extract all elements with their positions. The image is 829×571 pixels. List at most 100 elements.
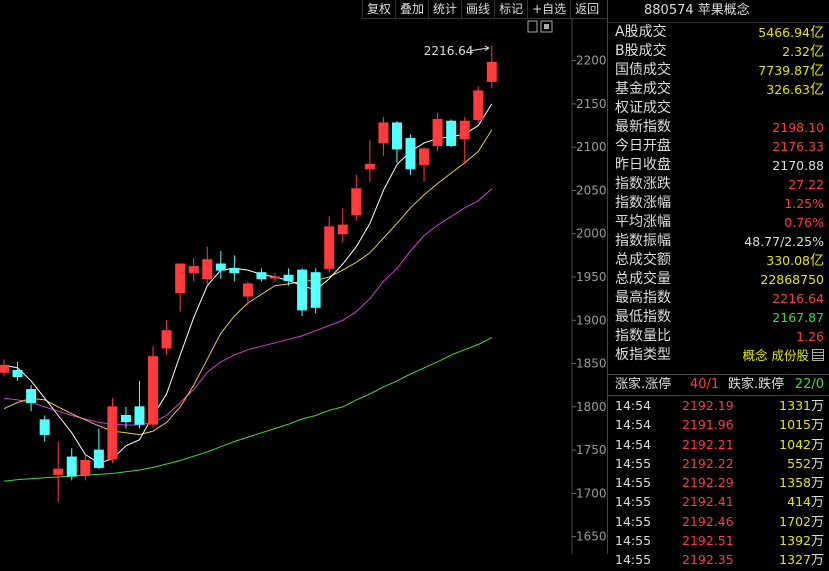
y-tick-label: 1900 — [576, 313, 607, 327]
ma60-line — [3, 337, 493, 482]
toolbar-button[interactable]: 返回 — [570, 0, 603, 18]
stat-label: 最新指数 — [615, 119, 671, 135]
candle-body — [405, 138, 416, 170]
index-code: 880574 — [644, 3, 694, 18]
trade-row: 14:55 2192.46 1702万 — [608, 512, 829, 531]
candle-body — [188, 266, 199, 274]
index-name: 苹果概念 — [697, 3, 750, 18]
trade-volume: 552万 — [787, 455, 824, 472]
up-label: 涨家.涨停 — [615, 377, 672, 392]
trade-row: 14:54 2192.21 1042万 — [608, 435, 829, 454]
quote-panel: 880574 苹果概念 A股成交 5466.94亿 B股成交 2.32亿 国债成交 773… — [607, 0, 829, 568]
trade-time: 14:55 — [615, 533, 652, 549]
stat-value: 48.77/2.25% — [744, 232, 824, 251]
candle-body — [364, 163, 375, 170]
stat-label: 指数涨跌 — [615, 176, 671, 192]
stat-row: 昨日收盘 2170.88 — [608, 156, 829, 175]
high-marker-label: 2216.64 — [424, 44, 474, 58]
stat-value: 2198.10 — [772, 118, 824, 137]
trade-volume: 1327万 — [779, 552, 824, 569]
stat-row: 指数涨跌 27.22 — [608, 175, 829, 194]
stat-label: 指数涨幅 — [615, 195, 671, 211]
toolbar-button[interactable]: 标记 — [494, 0, 527, 18]
toolbar-button[interactable]: 画线 — [461, 0, 494, 18]
y-tick-label: 1650 — [576, 530, 607, 544]
candle-body — [39, 419, 50, 436]
stat-value: 概念 成份股 — [743, 346, 824, 365]
kline-chart[interactable]: 2200 2150 2100 2050 2000 1950 1900 1850 1800 1750… — [0, 18, 607, 554]
toolbar-button[interactable]: 复权 — [362, 0, 395, 18]
y-tick-label: 2100 — [576, 140, 607, 154]
stat-number: 2167.87 — [772, 310, 824, 325]
stat-number: 5466.94 — [758, 25, 810, 40]
toolbar-button[interactable]: +自选 — [527, 0, 570, 18]
y-tick-label: 2000 — [576, 227, 607, 241]
updown-row: 涨家.涨停 40/1 跌家.跌停 22/0 — [608, 374, 829, 396]
trade-volume: 1702万 — [779, 513, 824, 530]
trade-time: 14:55 — [615, 552, 652, 568]
stat-number: 27.22 — [788, 177, 824, 192]
y-tick-label: 1800 — [576, 400, 607, 414]
stat-value: 2176.33 — [772, 137, 824, 156]
stat-row: 板指类型 概念 成份股 — [608, 346, 829, 365]
y-tick-label: 2150 — [576, 97, 607, 111]
stat-label: 最低指数 — [615, 309, 671, 325]
stat-label: 最高指数 — [615, 290, 671, 306]
candle-body — [80, 460, 91, 475]
stat-unit: 亿 — [810, 253, 824, 269]
stat-value: 1.25% — [784, 194, 824, 213]
trade-row: 14:55 2192.41 414万 — [608, 492, 829, 511]
stat-number: 1.25% — [784, 196, 824, 211]
candle-body — [12, 369, 23, 378]
candle-body — [256, 272, 267, 280]
candle-body — [297, 269, 308, 311]
y-tick-label: 1850 — [576, 357, 607, 371]
candle-body — [93, 449, 104, 468]
stat-number: 22868750 — [760, 272, 824, 287]
stat-value: 330.08亿 — [766, 251, 824, 271]
stat-row: 总成交量 22868750 — [608, 270, 829, 289]
stat-number: 326.63 — [766, 82, 810, 97]
stat-value: 0.76% — [784, 213, 824, 232]
kline-chart-svg: 2200 2150 2100 2050 2000 1950 1900 1850 1800 1750… — [0, 18, 607, 554]
stat-value: 7739.87亿 — [758, 61, 824, 81]
candle-body — [337, 224, 348, 235]
candle-body — [202, 259, 213, 280]
stat-number: 2.32 — [782, 44, 810, 59]
candle-body — [134, 406, 145, 425]
candle-body — [120, 415, 131, 423]
trade-volume: 1392万 — [779, 533, 824, 550]
stat-number: 概念 成份股 — [742, 348, 809, 363]
candle-body — [432, 118, 443, 146]
candle-body — [107, 406, 118, 460]
stat-row: 平均涨幅 0.76% — [608, 213, 829, 232]
y-tick-label: 2050 — [576, 183, 607, 197]
stat-value: 22868750 — [760, 270, 824, 289]
trade-time: 14:55 — [615, 494, 652, 510]
trade-volume: 1331万 — [779, 398, 824, 414]
toolbar-button[interactable]: 叠加 — [395, 0, 428, 18]
stat-label: 指数量比 — [615, 328, 671, 344]
candle-body — [148, 356, 159, 425]
stat-row: 国债成交 7739.87亿 — [608, 61, 829, 80]
panel-header: 880574 苹果概念 — [608, 0, 829, 23]
trade-price: 2192.21 — [682, 436, 734, 452]
trade-price: 2192.22 — [682, 455, 734, 471]
candle-body — [215, 263, 226, 271]
candle-body — [53, 468, 64, 475]
stat-unit: 亿 — [810, 25, 824, 41]
trade-price: 2192.19 — [682, 398, 734, 413]
candle-body — [270, 276, 280, 279]
down-value: 22/0 — [794, 377, 824, 392]
trade-volume: 414万 — [787, 494, 824, 511]
stat-number: 48.77/2.25% — [744, 234, 824, 249]
candle-body — [0, 364, 9, 373]
stat-row: A股成交 5466.94亿 — [608, 23, 829, 42]
stat-row: B股成交 2.32亿 — [608, 42, 829, 61]
candle-body — [175, 263, 186, 294]
stat-number: 2176.33 — [772, 139, 824, 154]
list-icon[interactable] — [812, 349, 824, 361]
chart-toolbar: 复权 叠加 统计 画线 标记 +自选 返回 — [362, 0, 607, 19]
stat-number: 2198.10 — [772, 120, 824, 135]
toolbar-button[interactable]: 统计 — [428, 0, 461, 18]
